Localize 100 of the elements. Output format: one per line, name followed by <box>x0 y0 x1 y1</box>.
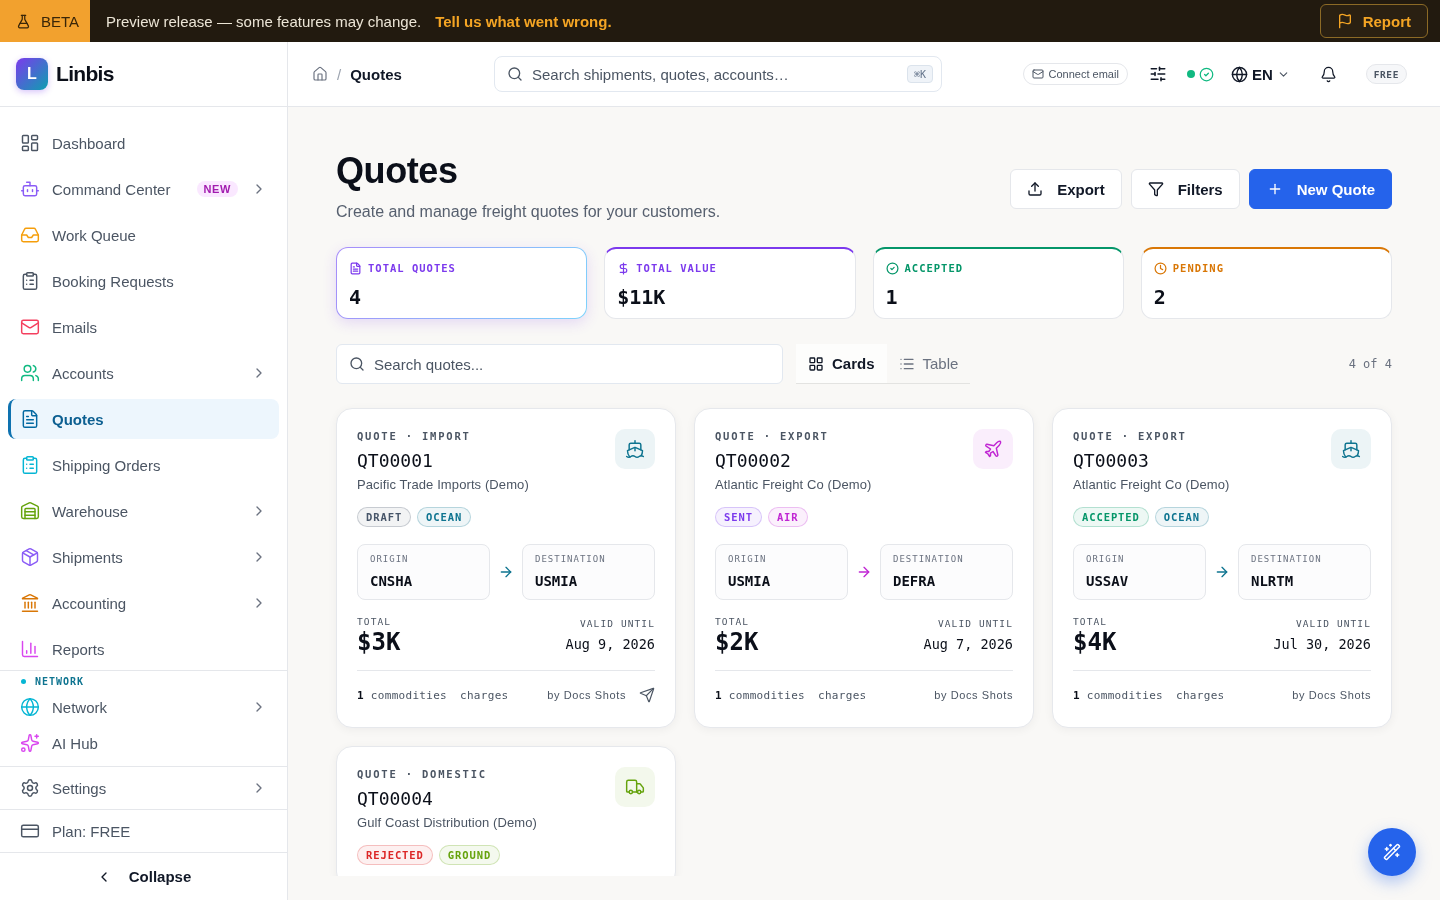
valid-until-label: VALID UNTIL <box>580 618 655 630</box>
truck-icon <box>615 767 655 807</box>
new-quote-button[interactable]: New Quote <box>1248 169 1392 209</box>
status-tag: REJECTED <box>357 845 433 865</box>
port-code: USSAV <box>1086 572 1130 590</box>
language-button[interactable]: EN <box>1230 65 1290 83</box>
dot-icon <box>21 678 26 684</box>
stat-card[interactable]: ACCEPTED 1 <box>872 247 1124 319</box>
nav-item[interactable]: Quotes <box>8 399 279 439</box>
commodities-count: 1 commodities <box>1073 688 1163 702</box>
stat-value: 1 <box>885 285 899 309</box>
connect-email-button[interactable]: Connect email <box>1022 63 1128 85</box>
nav-item[interactable]: Reports <box>8 629 279 669</box>
bell-icon <box>1319 65 1337 83</box>
nav-item[interactable]: Command Center NEW <box>8 169 279 209</box>
stat-label: ACCEPTED <box>904 262 964 274</box>
package-icon <box>20 547 40 567</box>
page-title: Quotes <box>336 150 459 192</box>
port-code: USMIA <box>535 572 579 590</box>
breadcrumb-current: Quotes <box>350 65 402 83</box>
mode-tag: AIR <box>767 507 808 527</box>
document-icon <box>349 261 362 275</box>
total-label: TOTAL <box>357 616 393 628</box>
view-tab[interactable]: Table <box>886 344 971 383</box>
upload-icon <box>1027 181 1044 197</box>
nav-item[interactable]: Network <box>8 690 279 724</box>
quote-type: QUOTE · EXPORT <box>1073 429 1188 443</box>
credit-card-icon <box>20 821 40 841</box>
quote-card[interactable]: QUOTE · EXPORT QT00002 Atlantic Freight Co (Demo) SENT AIR ORIGIN USMIA DESTINATION DEFRA TOTAL $2K VALID UNTIL Aug 7, 2026 1 commodities charges by Docs Shots <box>694 408 1034 728</box>
destination-label: DESTINATION <box>535 553 607 565</box>
valid-until-label: VALID UNTIL <box>938 618 1013 630</box>
logo-mark: L <box>16 58 48 90</box>
author-text: by Docs Shots <box>1292 689 1371 701</box>
author-text: by Docs Shots <box>934 689 1013 701</box>
quote-card[interactable]: QUOTE · DOMESTIC QT00004 Gulf Coast Distribution (Demo) REJECTED GROUND <box>336 746 676 876</box>
quote-card[interactable]: QUOTE · IMPORT QT00001 Pacific Trade Imports (Demo) DRAFT OCEAN ORIGIN CNSHA DESTINATION USMIA TOTAL $3K VALID UNTIL Aug 9, 2026 1 commodities charges by Docs Shots <box>336 408 676 728</box>
charges-text: charges <box>460 688 509 702</box>
total-amount: $3K <box>357 628 401 656</box>
commodities-count: 1 commodities <box>357 688 447 702</box>
nav-item[interactable]: Booking Requests <box>8 261 279 301</box>
nav-item[interactable]: Warehouse <box>8 491 279 531</box>
sliders-button[interactable] <box>1148 65 1167 83</box>
search-icon <box>349 356 365 372</box>
nav-item[interactable]: Shipping Orders <box>8 445 279 485</box>
charges-text: charges <box>1176 688 1225 702</box>
nav-item[interactable]: Plan: FREE <box>8 813 279 849</box>
nav-item[interactable]: Settings <box>8 770 279 806</box>
stat-card[interactable]: PENDING 2 <box>1140 247 1392 319</box>
arrow-right-icon <box>1214 564 1230 580</box>
stat-value: $11K <box>617 285 667 309</box>
status-tag: SENT <box>715 507 762 527</box>
clipboard-icon <box>20 455 40 475</box>
quote-search-field[interactable]: Search quotes... <box>336 344 783 384</box>
customer-name: Gulf Coast Distribution (Demo) <box>357 814 537 832</box>
new-badge: NEW <box>196 181 238 197</box>
customer-name: Atlantic Freight Co (Demo) <box>1073 476 1230 494</box>
nav-item[interactable]: Accounts <box>8 353 279 393</box>
view-tab[interactable]: Cards <box>796 344 887 383</box>
feedback-link[interactable]: Tell us what went wrong. <box>435 12 612 30</box>
nav-item[interactable]: Emails <box>8 307 279 347</box>
arrow-right-icon <box>498 564 514 580</box>
robot-icon <box>20 179 40 199</box>
users-icon <box>20 363 40 383</box>
ship-icon <box>615 429 655 469</box>
stat-card[interactable]: TOTAL VALUE $11K <box>604 247 856 319</box>
quote-card[interactable]: QUOTE · EXPORT QT00003 Atlantic Freight Co (Demo) ACCEPTED OCEAN ORIGIN USSAV DESTINATION NLRTM TOTAL $4K VALID UNTIL Jul 30, 2026 1 commodities charges by Docs Shots <box>1052 408 1392 728</box>
author-text: by Docs Shots <box>547 689 626 701</box>
mail-icon <box>20 317 40 337</box>
home-icon[interactable] <box>312 66 328 82</box>
toolbar-button[interactable]: Filters <box>1130 169 1240 209</box>
report-button[interactable]: Report <box>1319 4 1428 38</box>
stat-card[interactable]: TOTAL QUOTES 4 <box>336 247 588 319</box>
toolbar-button[interactable]: Export <box>1010 169 1122 209</box>
origin-label: ORIGIN <box>728 553 768 565</box>
quote-type: QUOTE · IMPORT <box>357 429 472 443</box>
nav-item[interactable]: AI Hub <box>8 726 279 760</box>
plane-icon <box>973 429 1013 469</box>
stat-value: 2 <box>1153 285 1167 309</box>
clipboard-icon <box>20 271 40 291</box>
mode-tag: GROUND <box>438 845 501 865</box>
flask-icon <box>16 13 31 29</box>
nav-item[interactable]: Work Queue <box>8 215 279 255</box>
document-icon <box>20 409 40 429</box>
gear-icon <box>20 778 40 798</box>
nav-item[interactable]: Dashboard <box>8 123 279 163</box>
send-icon <box>639 687 655 703</box>
shortcut-key: ⌘K <box>906 65 933 83</box>
arrow-right-icon <box>856 564 872 580</box>
port-code: USMIA <box>728 572 772 590</box>
nav-item[interactable]: Accounting <box>8 583 279 623</box>
ship-icon <box>1331 429 1371 469</box>
nav-item[interactable]: Shipments <box>8 537 279 577</box>
wand-icon <box>1383 843 1401 861</box>
page-subtitle: Create and manage freight quotes for your customers. <box>336 202 721 222</box>
notifications-button[interactable] <box>1319 65 1337 83</box>
send-button[interactable] <box>639 687 655 703</box>
clock-icon <box>1153 261 1167 275</box>
destination-label: DESTINATION <box>893 553 965 565</box>
total-amount: $2K <box>715 628 759 656</box>
dashboard-icon <box>20 133 40 153</box>
